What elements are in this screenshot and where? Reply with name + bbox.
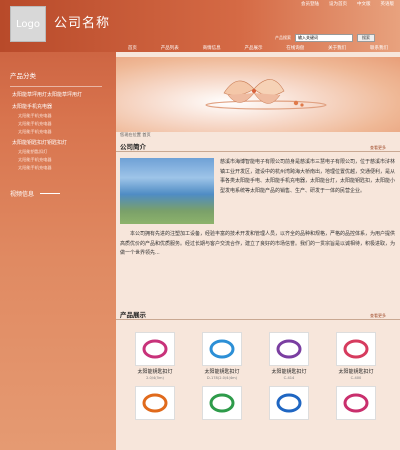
- product-item[interactable]: 太阳能钥匙扣灯 C-400: [323, 332, 389, 380]
- sidebar-video-title: 视频信息: [10, 191, 35, 198]
- product-item[interactable]: 太阳能钥匙扣灯 D-178(2.0/4(4m): [189, 332, 255, 380]
- nav-about[interactable]: 关于我们: [328, 45, 346, 51]
- product-code: 2.0/4(5m): [146, 376, 164, 380]
- product-image[interactable]: [269, 386, 309, 420]
- search-label: 产品搜索: [275, 35, 291, 40]
- sidebar-subcategory[interactable]: 太阳能钥匙扣灯: [18, 149, 112, 155]
- factory-image: [120, 158, 214, 224]
- products-title: 产品展示: [120, 311, 146, 319]
- product-name[interactable]: 太阳能钥匙扣灯: [271, 368, 306, 375]
- product-image[interactable]: [336, 386, 376, 420]
- search-bar: 产品搜索 搜索: [275, 34, 375, 42]
- top-link-homepage[interactable]: 设为首页: [329, 1, 347, 7]
- search-button[interactable]: 搜索: [357, 34, 375, 42]
- sidebar-divider: [10, 86, 102, 87]
- product-item[interactable]: 太阳能钥匙扣灯 C-414: [256, 332, 322, 380]
- about-text-side: 慈溪市海博智能电子有限公司前身是慈溪市三慧电子有限公司，位于慈溪市浒林镇工业开发…: [220, 159, 396, 194]
- product-code: D-178(2.0/4(4m): [206, 376, 238, 380]
- nav-contact[interactable]: 联系我们: [370, 45, 388, 51]
- butterfly-jewelry-illustration: [205, 79, 327, 110]
- product-item[interactable]: [323, 386, 389, 423]
- sidebar-category[interactable]: 太阳能钥匙扣灯钥匙扣灯: [12, 140, 104, 147]
- product-item[interactable]: [189, 386, 255, 423]
- nav-news[interactable]: 商情信息: [203, 45, 221, 51]
- product-item[interactable]: 太阳能钥匙扣灯 2.0/4(5m): [122, 332, 188, 380]
- sidebar-subcategory[interactable]: 太阳能手机充电器: [18, 129, 112, 135]
- top-link-login[interactable]: 会员登陆: [301, 1, 319, 7]
- sidebar-category[interactable]: 太阳能手机充电器: [12, 104, 104, 111]
- sidebar-video-divider: [40, 193, 61, 194]
- sidebar-subcategory[interactable]: 太阳能手机充电器: [18, 165, 112, 171]
- product-item[interactable]: [122, 386, 188, 423]
- company-name: 公司名称: [54, 16, 111, 31]
- nav-products[interactable]: 产品列表: [161, 45, 179, 51]
- nav-showcase[interactable]: 产品展示: [244, 45, 262, 51]
- nav-home[interactable]: 首页: [128, 45, 137, 51]
- about-header: 公司简介 查看更多: [116, 142, 400, 152]
- products-more-link[interactable]: 查看更多: [370, 313, 386, 319]
- product-image[interactable]: [202, 332, 242, 366]
- about-text-full: 本公司拥有先进的注塑加工设备，经验丰富的技术开发和管理人员，以齐全的品种和规格，…: [120, 231, 396, 256]
- product-name[interactable]: 太阳能钥匙扣灯: [204, 368, 239, 375]
- sidebar-category[interactable]: 太阳能草坪用灯太阳能草坪用灯: [12, 92, 104, 99]
- about-more-link[interactable]: 查看更多: [370, 145, 386, 151]
- about-section: 公司简介 查看更多 慈溪市海博智能电子有限公司前身是慈溪市三慧电子有限公司，位于…: [116, 142, 400, 256]
- breadcrumb: 您现在位置 首页: [120, 132, 151, 137]
- sidebar-subcategory[interactable]: 太阳能手机充电器: [18, 113, 112, 119]
- top-link-chinese[interactable]: 中文版: [357, 1, 371, 7]
- banner-image: [116, 57, 400, 132]
- sidebar-video-section[interactable]: 视频信息: [10, 189, 112, 198]
- top-links: 会员登陆 设为首页 中文版 英语版: [301, 1, 394, 7]
- products-section: 产品展示 查看更多 太阳能钥匙扣灯 2.0/4(5m) 太阳能钥匙扣灯 D-178(…: [116, 310, 400, 420]
- product-image[interactable]: [269, 332, 309, 366]
- product-code: C-414: [283, 376, 295, 380]
- sidebar: 产品分类 太阳能草坪用灯太阳能草坪用灯 太阳能手机充电器 太阳能手机充电器 太阳…: [0, 52, 112, 450]
- product-name[interactable]: 太阳能钥匙扣灯: [137, 368, 172, 375]
- product-image[interactable]: [202, 386, 242, 420]
- sidebar-subcategory[interactable]: 太阳能手机充电器: [18, 157, 112, 163]
- products-header: 产品展示 查看更多: [116, 310, 400, 320]
- product-code: C-400: [350, 376, 362, 380]
- sidebar-subcategory[interactable]: 太阳能手机充电器: [18, 121, 112, 127]
- product-image[interactable]: [135, 332, 175, 366]
- about-title: 公司简介: [120, 143, 146, 151]
- top-link-english[interactable]: 英语版: [381, 1, 395, 7]
- product-image[interactable]: [135, 386, 175, 420]
- logo[interactable]: Logo: [10, 6, 46, 42]
- nav-inquiry[interactable]: 在线询盘: [286, 45, 304, 51]
- product-grid: 太阳能钥匙扣灯 2.0/4(5m) 太阳能钥匙扣灯 D-178(2.0/4(4m) …: [122, 332, 394, 423]
- product-item[interactable]: [256, 386, 322, 423]
- search-input[interactable]: [295, 34, 353, 42]
- sidebar-title: 产品分类: [10, 72, 36, 80]
- product-name[interactable]: 太阳能钥匙扣灯: [338, 368, 373, 375]
- main-content: 您现在位置 首页 公司简介 查看更多 慈溪市海博智能电子有限公司前身是慈溪市三慧…: [116, 52, 400, 450]
- product-image[interactable]: [336, 332, 376, 366]
